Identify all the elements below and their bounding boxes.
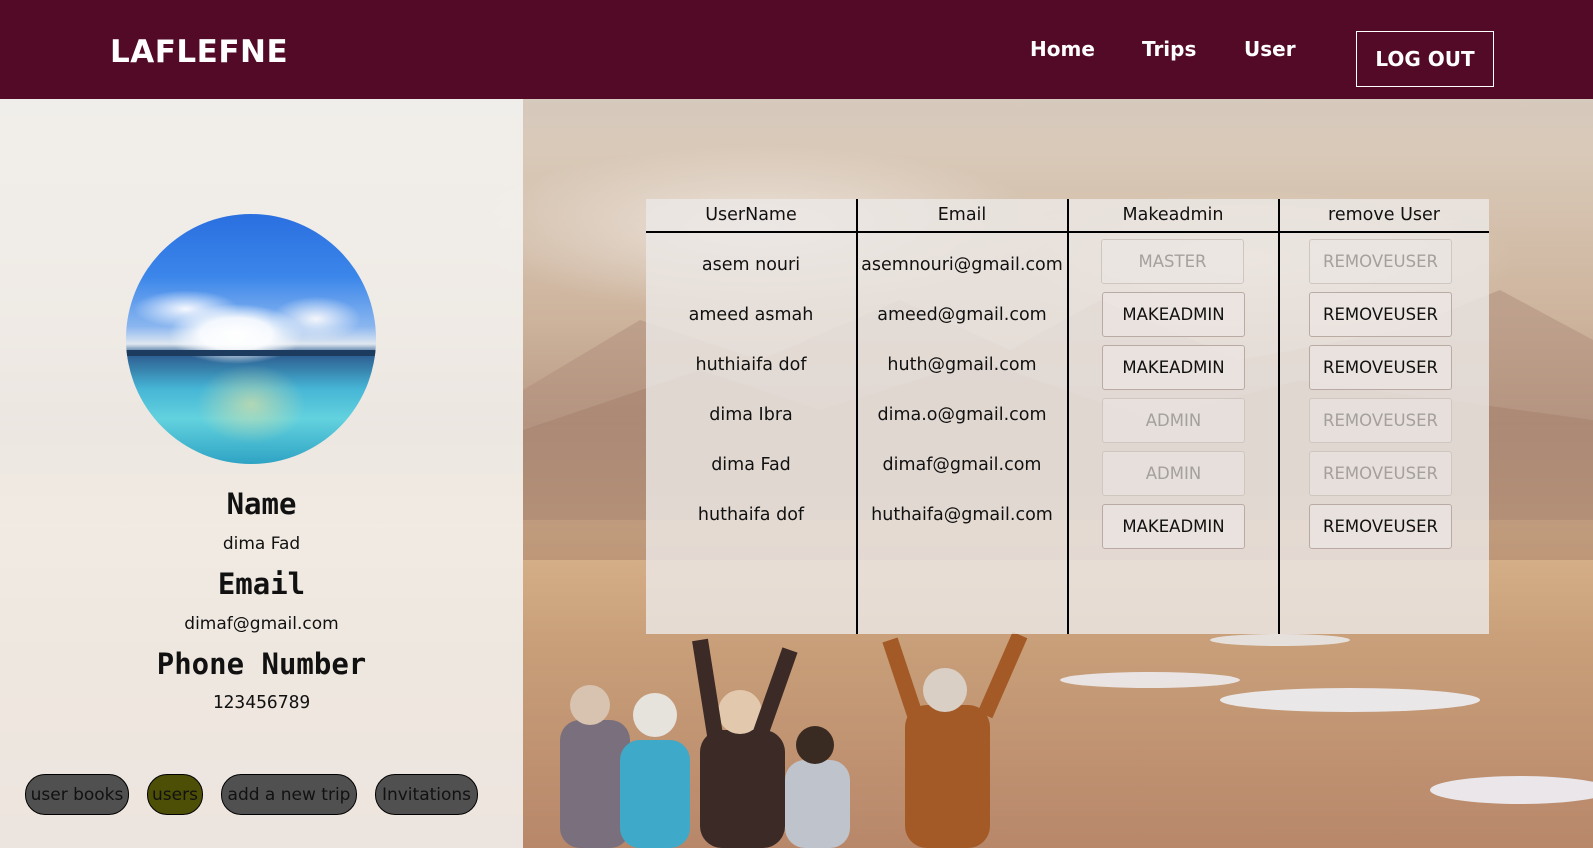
- remove-user-button: REMOVEUSER: [1309, 398, 1452, 443]
- cell-email: huth@gmail.com: [887, 355, 1037, 375]
- profile-avatar: [126, 214, 376, 464]
- cell-username: asem nouri: [701, 255, 801, 275]
- email-value: dimaf@gmail.com: [184, 614, 339, 634]
- tab-user-books[interactable]: user books: [25, 774, 129, 815]
- remove-user-button[interactable]: REMOVEUSER: [1309, 292, 1452, 337]
- master-button: MASTER: [1101, 239, 1244, 284]
- email-label: Email: [217, 567, 306, 601]
- name-value: dima Fad: [222, 534, 301, 554]
- column-divider: [1278, 199, 1280, 634]
- remove-user-button: REMOVEUSER: [1309, 451, 1452, 496]
- cell-username: huthaifa dof: [697, 505, 805, 525]
- cell-username: dima Fad: [711, 455, 791, 475]
- phone-label: Phone Number: [156, 647, 367, 681]
- header-remove-user: remove User: [1328, 205, 1440, 225]
- nav-link-home[interactable]: Home: [1030, 37, 1095, 61]
- cell-email: ameed@gmail.com: [877, 305, 1047, 325]
- cell-email: dima.o@gmail.com: [877, 405, 1047, 425]
- name-label: Name: [226, 487, 297, 521]
- header-email: Email: [937, 205, 987, 225]
- tab-invitations[interactable]: Invitations: [375, 774, 478, 815]
- tab-users[interactable]: users: [147, 774, 203, 815]
- admin-status-button: ADMIN: [1102, 398, 1245, 443]
- avatar-reflection: [196, 364, 306, 444]
- avatar-horizon: [126, 350, 376, 356]
- admin-status-button: ADMIN: [1102, 451, 1245, 496]
- top-navbar: LAFLEFNE Home Trips User LOG OUT: [0, 0, 1593, 99]
- profile-panel: Name dima Fad Email dimaf@gmail.com Phon…: [0, 99, 523, 848]
- cell-email: huthaifa@gmail.com: [871, 505, 1053, 525]
- column-divider: [1067, 199, 1069, 634]
- remove-user-button[interactable]: REMOVEUSER: [1309, 345, 1452, 390]
- make-admin-button[interactable]: MAKEADMIN: [1102, 292, 1245, 337]
- cell-username: ameed asmah: [688, 305, 814, 325]
- make-admin-button[interactable]: MAKEADMIN: [1102, 345, 1245, 390]
- brand-logo[interactable]: LAFLEFNE: [110, 34, 288, 70]
- nav-link-user[interactable]: User: [1244, 37, 1296, 61]
- tab-add-new-trip[interactable]: add a new trip: [221, 774, 357, 815]
- header-divider: [646, 231, 1489, 233]
- header-makeadmin: Makeadmin: [1122, 205, 1224, 225]
- make-admin-button[interactable]: MAKEADMIN: [1102, 504, 1245, 549]
- logout-button[interactable]: LOG OUT: [1356, 31, 1494, 87]
- cell-email: dimaf@gmail.com: [882, 455, 1042, 475]
- remove-user-button[interactable]: REMOVEUSER: [1309, 504, 1452, 549]
- cell-username: dima Ibra: [709, 405, 793, 425]
- cell-email: asemnouri@gmail.com: [861, 255, 1063, 275]
- remove-user-button: REMOVEUSER: [1309, 239, 1452, 284]
- users-table: UserName Email Makeadmin remove User ase…: [646, 199, 1489, 634]
- cell-username: huthiaifa dof: [695, 355, 807, 375]
- header-username: UserName: [705, 205, 797, 225]
- phone-value: 123456789: [212, 692, 311, 713]
- nav-link-trips[interactable]: Trips: [1142, 37, 1196, 61]
